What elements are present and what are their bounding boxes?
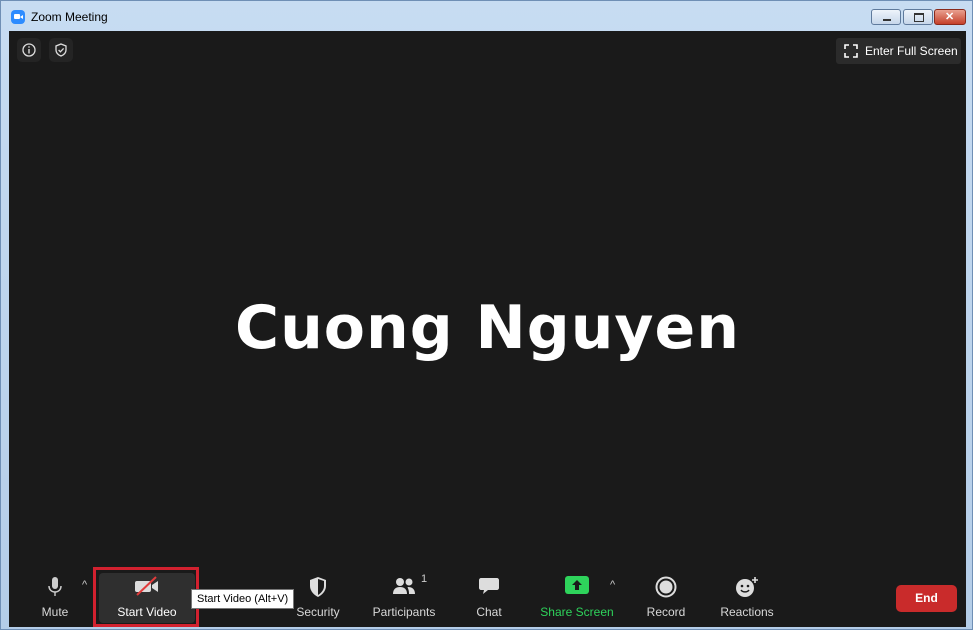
participants-count: 1: [421, 573, 428, 585]
record-button[interactable]: Record: [641, 569, 691, 627]
meeting-stage: Enter Full Screen Cuong Nguyen Mute ^ St…: [9, 31, 966, 627]
title-bar[interactable]: Zoom Meeting: [1, 1, 972, 31]
minimize-button[interactable]: [871, 9, 901, 25]
start-video-tooltip: Start Video (Alt+V): [191, 589, 295, 609]
full-screen-label: Enter Full Screen: [865, 44, 958, 58]
expand-corners-icon: [844, 44, 858, 58]
enter-full-screen-button[interactable]: Enter Full Screen: [836, 38, 961, 64]
reactions-button[interactable]: Reactions: [717, 569, 777, 627]
share-options-caret-icon[interactable]: ^: [610, 579, 615, 591]
smiley-plus-icon: [736, 577, 758, 597]
record-circle-icon: [655, 576, 677, 598]
chat-label: Chat: [476, 605, 502, 619]
participant-name: Cuong Nguyen: [235, 293, 740, 363]
zoom-app-icon: [11, 10, 25, 24]
reactions-label: Reactions: [720, 605, 774, 619]
end-meeting-button[interactable]: End: [896, 585, 957, 612]
close-button[interactable]: [934, 9, 966, 25]
participants-label: Participants: [372, 605, 436, 619]
share-screen-button[interactable]: Share Screen: [539, 569, 615, 627]
info-icon[interactable]: [17, 38, 41, 62]
security-button[interactable]: Security: [293, 569, 343, 627]
mute-label: Mute: [41, 605, 69, 619]
meeting-toolbar: Mute ^ Start Video Start Video (Alt+V) S…: [9, 567, 966, 627]
microphone-icon: [48, 577, 62, 596]
mute-button[interactable]: Mute: [33, 569, 77, 627]
chat-bubble-icon: [479, 578, 499, 594]
shield-icon: [310, 577, 326, 597]
audio-options-caret-icon[interactable]: ^: [82, 579, 87, 591]
people-icon: [393, 578, 415, 594]
zoom-window: Zoom Meeting Enter Full Screen Cuong Ngu…: [0, 0, 973, 630]
chat-button[interactable]: Chat: [469, 569, 509, 627]
shield-check-icon[interactable]: [49, 38, 73, 62]
maximize-button[interactable]: [903, 9, 933, 25]
security-label: Security: [296, 605, 340, 619]
share-arrow-icon: [565, 576, 589, 594]
record-label: Record: [646, 605, 686, 619]
share-screen-label: Share Screen: [540, 605, 614, 619]
participants-button[interactable]: 1 Participants: [369, 569, 439, 627]
highlight-box: [93, 567, 199, 627]
window-title: Zoom Meeting: [31, 10, 108, 24]
